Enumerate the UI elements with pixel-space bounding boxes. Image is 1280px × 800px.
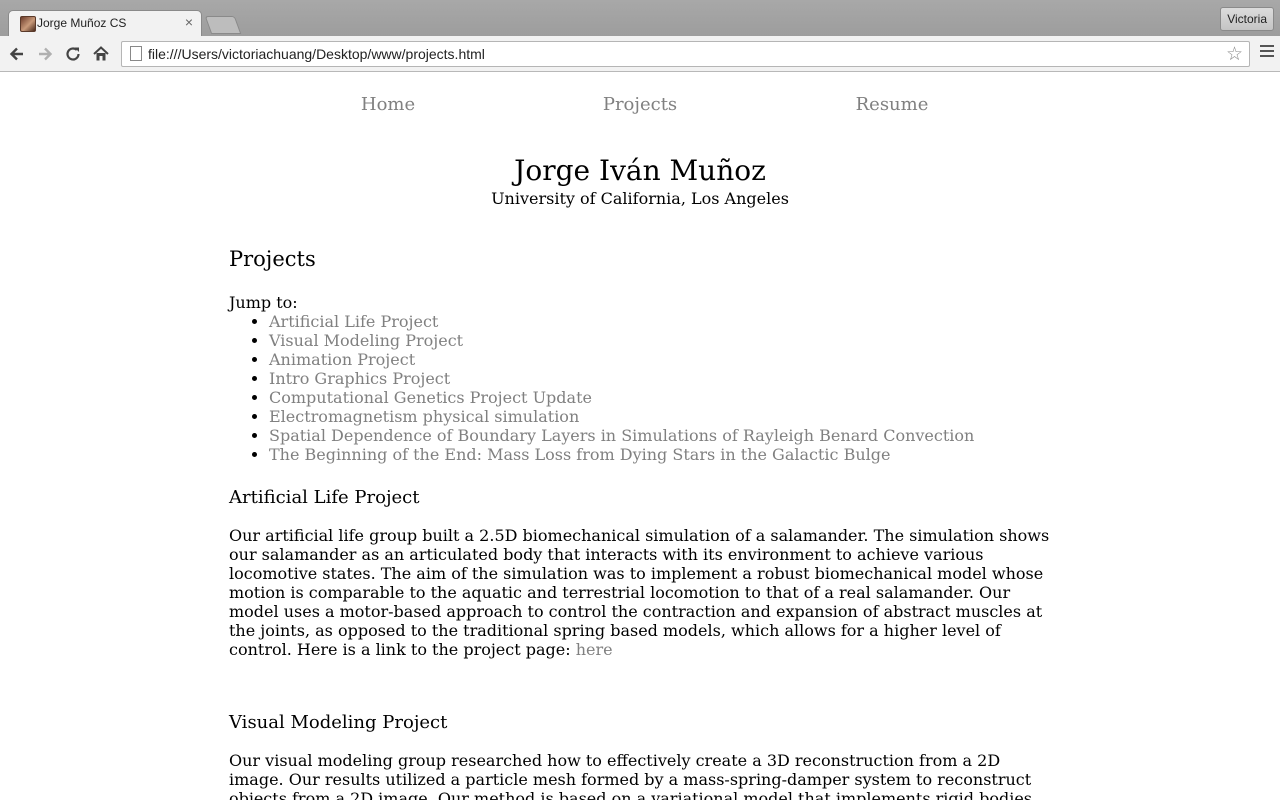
reload-button[interactable] (61, 42, 85, 66)
toc-link-intro-graphics[interactable]: Intro Graphics Project (269, 369, 450, 388)
jump-to-label: Jump to: (229, 293, 298, 312)
browser-titlebar: Jorge Muñoz CS × Victoria (0, 0, 1280, 37)
address-bar[interactable]: file:///Users/victoriachuang/Desktop/www… (121, 41, 1250, 67)
section-body-artificial-life: Our artificial life group built a 2.5D b… (229, 526, 1057, 659)
reload-icon (66, 47, 80, 61)
toc-item: Spatial Dependence of Boundary Layers in… (269, 426, 1057, 445)
bookmark-star-icon[interactable]: ☆ (1226, 43, 1243, 66)
project-toc-list: Artificial Life Project Visual Modeling … (229, 312, 1057, 464)
toc-item: Artificial Life Project (269, 312, 1057, 331)
tab-title: Jorge Muñoz CS (37, 16, 127, 30)
forward-button[interactable] (33, 42, 57, 66)
favicon-icon (20, 16, 36, 32)
nav-projects-link[interactable]: Projects (603, 94, 677, 115)
projects-heading: Projects (229, 247, 316, 271)
page-content: Home Projects Resume Jorge Iván Muñoz Un… (0, 72, 1280, 800)
profile-button[interactable]: Victoria (1220, 7, 1274, 31)
section-body-text: Our artificial life group built a 2.5D b… (229, 526, 1050, 659)
back-arrow-icon (9, 47, 23, 61)
toc-link-electromagnetism[interactable]: Electromagnetism physical simulation (269, 407, 579, 426)
toc-item: Visual Modeling Project (269, 331, 1057, 350)
toc-link-rayleigh-benard[interactable]: Spatial Dependence of Boundary Layers in… (269, 426, 974, 445)
home-button[interactable] (89, 42, 113, 66)
toc-item: The Beginning of the End: Mass Loss from… (269, 445, 1057, 464)
nav-resume-link[interactable]: Resume (856, 94, 929, 115)
home-icon (93, 46, 109, 61)
toc-item: Intro Graphics Project (269, 369, 1057, 388)
toc-link-galactic-bulge[interactable]: The Beginning of the End: Mass Loss from… (269, 445, 890, 464)
author-name: Jorge Iván Muñoz (514, 154, 766, 187)
projects-content: Projects Jump to: Artificial Life Projec… (229, 245, 1057, 800)
toc-link-computational-genetics[interactable]: Computational Genetics Project Update (269, 388, 592, 407)
section-body-visual-modeling: Our visual modeling group researched how… (229, 751, 1032, 800)
page-icon (130, 46, 142, 61)
back-button[interactable] (5, 42, 29, 66)
toc-link-animation[interactable]: Animation Project (269, 350, 415, 369)
browser-toolbar: file:///Users/victoriachuang/Desktop/www… (0, 36, 1280, 72)
toc-link-visual-modeling[interactable]: Visual Modeling Project (269, 331, 463, 350)
toc-item: Electromagnetism physical simulation (269, 407, 1057, 426)
section-title-visual-modeling: Visual Modeling Project (229, 712, 448, 733)
forward-arrow-icon (39, 47, 53, 61)
project-page-link[interactable]: here (576, 640, 613, 659)
close-tab-icon[interactable]: × (185, 14, 193, 30)
toc-link-artificial-life[interactable]: Artificial Life Project (269, 312, 438, 331)
browser-tab[interactable]: Jorge Muñoz CS × (8, 10, 202, 37)
nav-home-link[interactable]: Home (361, 94, 415, 115)
menu-icon[interactable] (1260, 45, 1274, 61)
toc-item: Animation Project (269, 350, 1057, 369)
url-text[interactable]: file:///Users/victoriachuang/Desktop/www… (148, 46, 485, 62)
section-title-artificial-life: Artificial Life Project (229, 487, 420, 508)
toc-item: Computational Genetics Project Update (269, 388, 1057, 407)
new-tab-button[interactable] (204, 16, 242, 34)
author-affiliation: University of California, Los Angeles (491, 189, 789, 208)
